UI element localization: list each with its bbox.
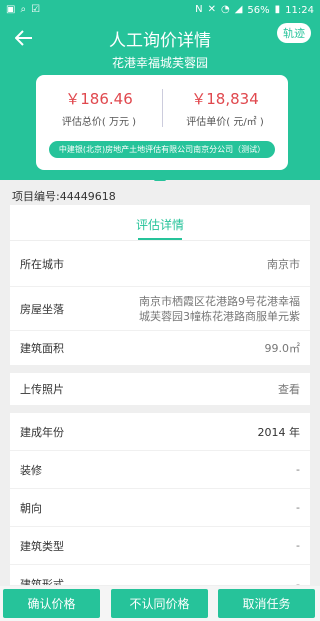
unit-price-value: ￥18,834 xyxy=(191,90,259,108)
track-button[interactable]: 轨迹 xyxy=(277,23,311,43)
building-type-value: - xyxy=(296,539,300,552)
unit-price-caption: 评估单价( 元/㎡ ) xyxy=(186,117,264,128)
building-type-label: 建筑类型 xyxy=(20,539,64,553)
city-value: 南京市 xyxy=(267,257,300,271)
photo-icon: ▣ xyxy=(6,4,16,15)
action-bar: 确认价格 不认同价格 取消任务 xyxy=(0,586,320,621)
cancel-task-button[interactable]: 取消任务 xyxy=(218,589,315,618)
section-divider xyxy=(10,405,310,413)
view-photos-link[interactable]: 查看 xyxy=(278,381,300,397)
tab-bar: 评估详情 xyxy=(10,205,310,241)
drag-handle[interactable] xyxy=(154,178,166,181)
address-line-1: 南京市栖霞区花港路9号花港幸福 xyxy=(139,294,300,308)
status-bar: ▣ ⌕ ☑ N ✕ ◔ ◢ 56% ▮ 11:24 xyxy=(0,0,320,20)
year-value: 2014 年 xyxy=(257,425,301,439)
section-divider xyxy=(10,365,310,373)
total-price-block: ￥186.46 评估总价( 万元 ) xyxy=(36,88,162,128)
total-price-value: ￥186.46 xyxy=(65,90,133,108)
orientation-label: 朝向 xyxy=(20,501,42,515)
details-panel: 评估详情 所在城市 南京市 房屋坐落 南京市栖霞区花港路9号花港幸福 城芙蓉园3… xyxy=(10,205,310,585)
price-card: ￥186.46 评估总价( 万元 ) ￥18,834 评估单价( 元/㎡ ) 中… xyxy=(36,75,288,170)
area-label: 建筑面积 xyxy=(20,342,64,355)
tab-indicator xyxy=(138,238,182,240)
address-value: 南京市栖霞区花港路9号花港幸福 城芙蓉园3幢栋花港路商服单元紫 xyxy=(139,294,300,324)
confirm-price-button[interactable]: 确认价格 xyxy=(3,589,100,618)
project-number: 项目编号:44449618 xyxy=(12,190,116,203)
page-title: 人工询价详情 xyxy=(109,31,211,51)
detail-row-city: 所在城市 南京市 xyxy=(10,241,310,287)
year-label: 建成年份 xyxy=(20,425,64,439)
property-name: 花港幸福城芙蓉园 xyxy=(111,56,208,70)
area-value: 99.0㎡ xyxy=(264,342,301,355)
building-form-label: 建筑形式 xyxy=(20,578,64,585)
mute-icon: ✕ xyxy=(207,4,216,15)
address-line-2: 城芙蓉园3幢栋花港路商服单元紫 xyxy=(139,309,300,323)
wifi-icon: ◔ xyxy=(220,4,230,15)
decoration-value: - xyxy=(296,463,300,476)
detail-row-building-form: 建筑形式 - xyxy=(10,565,310,586)
detail-row-photos[interactable]: 上传照片 查看 xyxy=(10,373,310,405)
company-badge: 中建银(北京)房地产土地评估有限公司南京分公司（测试） xyxy=(49,141,275,158)
detail-row-year: 建成年份 2014 年 xyxy=(10,413,310,451)
city-label: 所在城市 xyxy=(20,257,64,271)
header: 人工询价详情 轨迹 花港幸福城芙蓉园 ￥186.46 评估总价( 万元 ) ￥1… xyxy=(0,20,320,180)
clock: 11:24 xyxy=(285,4,314,16)
total-price-caption: 评估总价( 万元 ) xyxy=(61,117,137,128)
battery-icon: ▮ xyxy=(274,4,281,15)
detail-row-area: 建筑面积 99.0㎡ xyxy=(10,331,310,365)
nfc-icon: N xyxy=(195,4,203,15)
detail-row-address: 房屋坐落 南京市栖霞区花港路9号花港幸福 城芙蓉园3幢栋花港路商服单元紫 xyxy=(10,287,310,331)
unit-price-block: ￥18,834 评估单价( 元/㎡ ) xyxy=(162,88,288,128)
detail-row-orientation: 朝向 - xyxy=(10,489,310,527)
detail-row-building-type: 建筑类型 - xyxy=(10,527,310,565)
detail-row-decoration: 装修 - xyxy=(10,451,310,489)
orientation-value: - xyxy=(296,501,300,514)
battery-level: 56% xyxy=(247,4,270,16)
signal-icon: ◢ xyxy=(234,4,243,15)
decoration-label: 装修 xyxy=(20,463,42,477)
check-icon: ☑ xyxy=(31,4,41,15)
address-label: 房屋坐落 xyxy=(20,302,64,316)
search-icon: ⌕ xyxy=(20,4,27,15)
building-form-value: - xyxy=(296,577,300,586)
reject-price-button[interactable]: 不认同价格 xyxy=(111,589,208,618)
tab-assessment-details[interactable]: 评估详情 xyxy=(10,216,310,233)
photo-label: 上传照片 xyxy=(20,383,64,396)
